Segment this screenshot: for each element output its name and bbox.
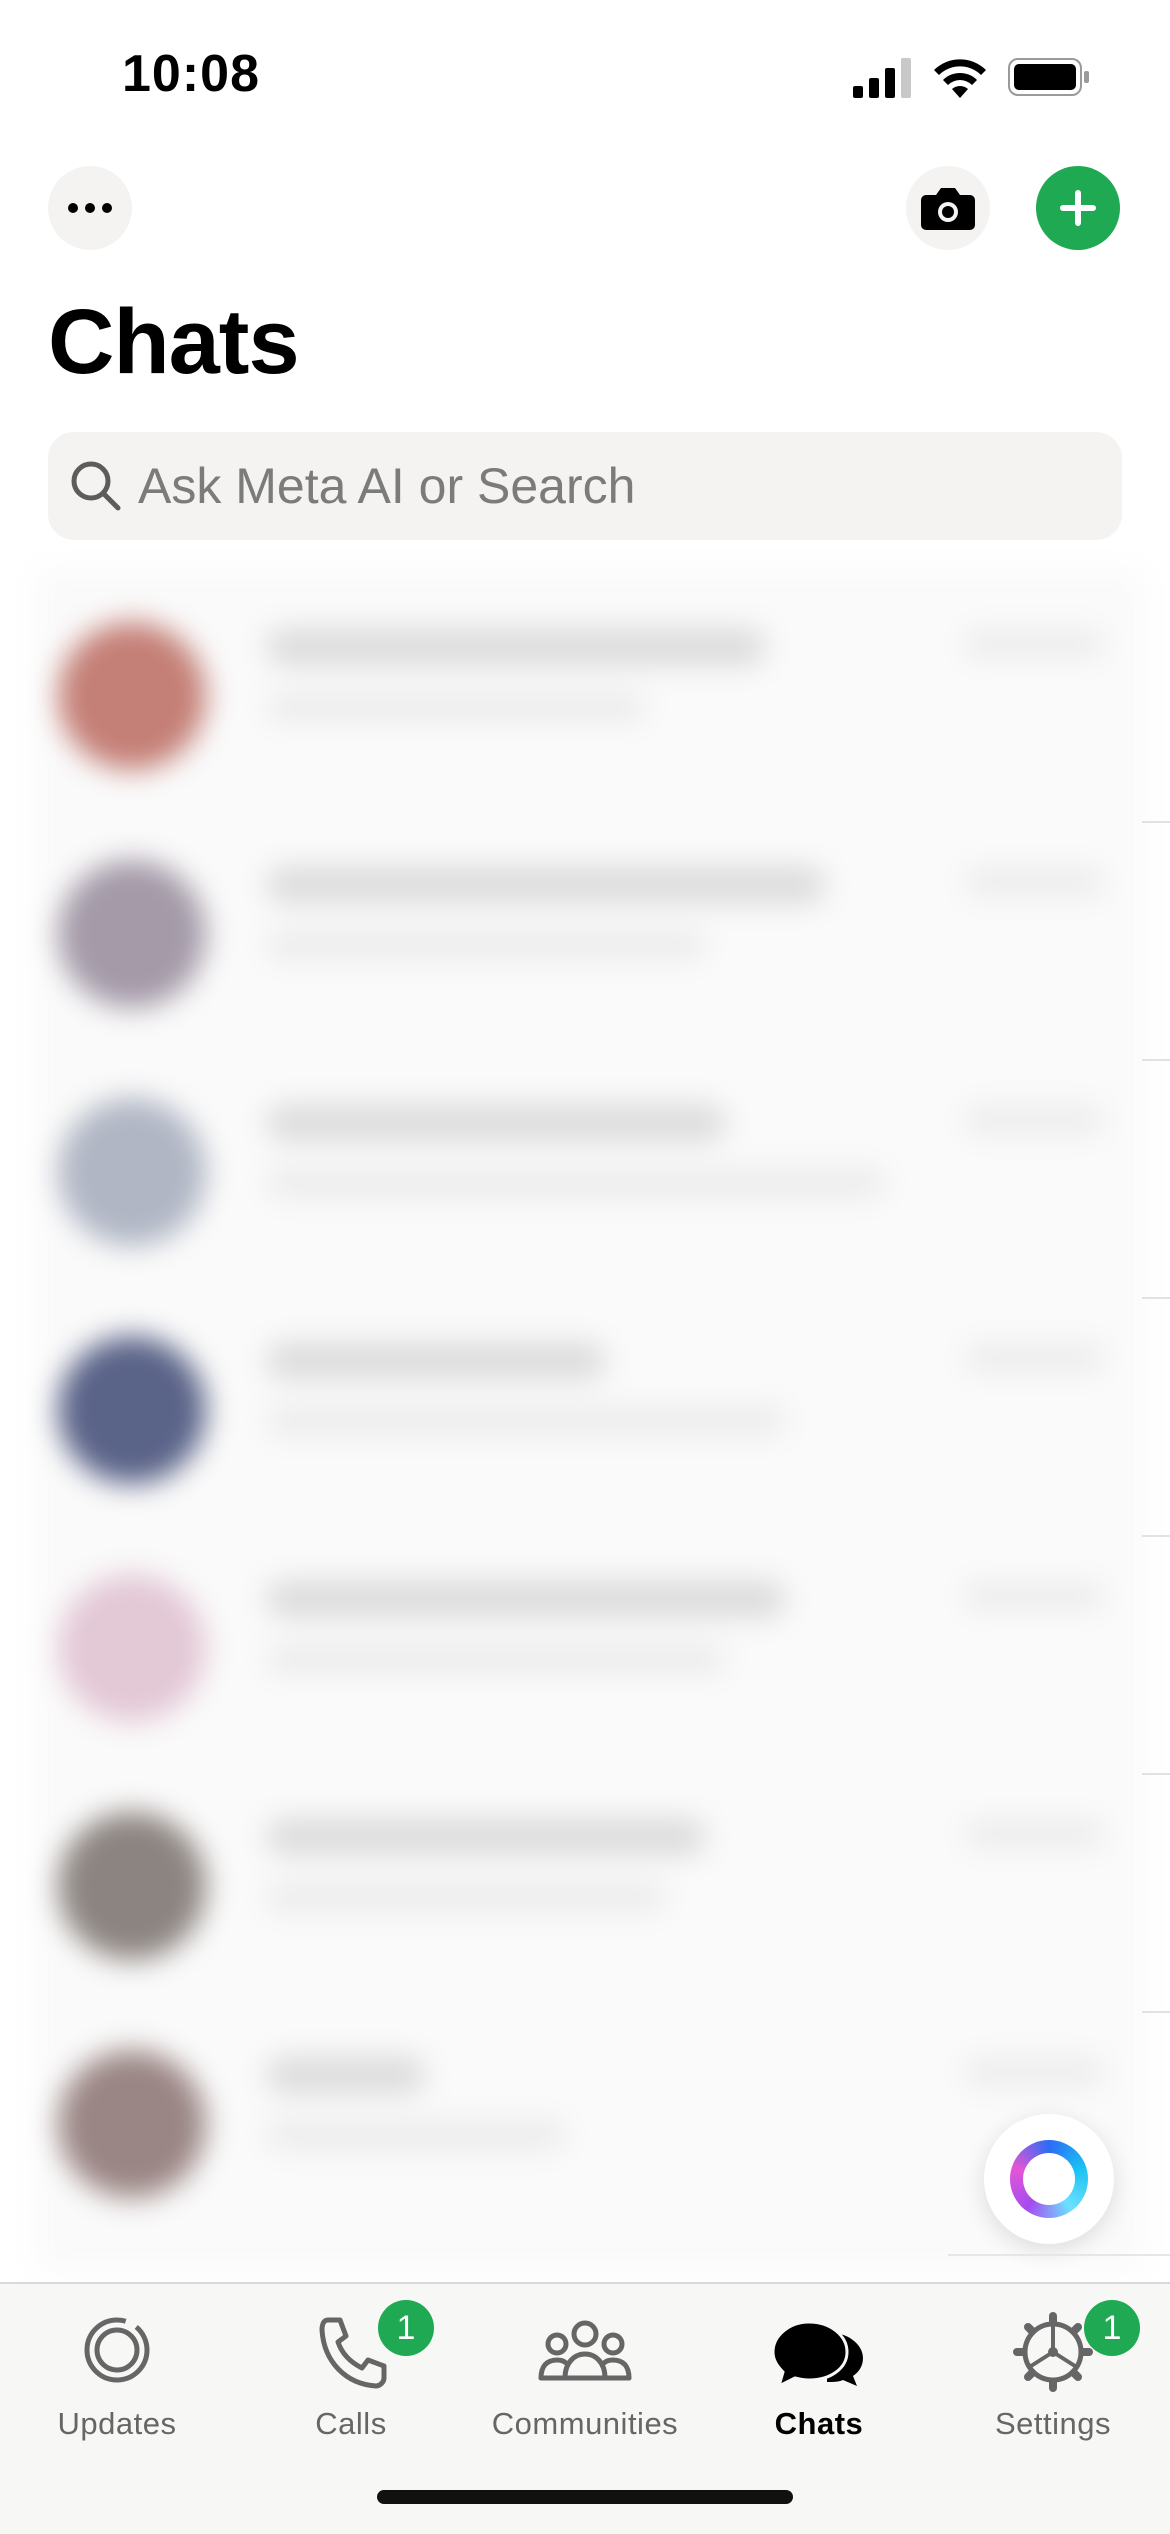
communities-icon — [538, 2320, 632, 2381]
avatar — [58, 2050, 206, 2198]
tab-calls[interactable]: Calls 1 — [234, 2298, 468, 2468]
ellipsis-icon — [68, 203, 112, 213]
plus-icon — [1060, 190, 1096, 226]
row-divider — [1142, 2011, 1170, 2013]
tab-settings[interactable]: Settings 1 — [936, 2298, 1170, 2468]
chat-row[interactable] — [36, 1046, 1144, 1284]
row-divider — [948, 2254, 1170, 2256]
tab-label: Communities — [491, 2406, 679, 2441]
page-title: Chats — [48, 291, 300, 393]
home-indicator — [377, 2490, 793, 2504]
chat-row[interactable] — [36, 570, 1144, 808]
calls-badge: 1 — [378, 2300, 434, 2356]
chat-list[interactable] — [36, 570, 1144, 2270]
updates-icon — [84, 2317, 150, 2383]
tab-label: Calls — [315, 2406, 387, 2441]
row-divider — [1142, 821, 1170, 823]
avatar — [58, 622, 206, 770]
new-chat-button[interactable] — [1036, 166, 1120, 250]
search-icon — [71, 461, 121, 511]
avatar — [58, 1098, 206, 1246]
avatar — [58, 1812, 206, 1960]
tab-updates[interactable]: Updates — [0, 2298, 234, 2468]
settings-badge: 1 — [1084, 2300, 1140, 2356]
avatar — [58, 1336, 206, 1484]
meta-ai-ring-icon — [1010, 2140, 1088, 2218]
row-divider — [1142, 1297, 1170, 1299]
status-time: 10:08 — [122, 45, 260, 103]
battery-icon — [1008, 58, 1089, 96]
status-bar: 10:08 — [0, 0, 1170, 150]
chat-row[interactable] — [36, 1522, 1144, 1760]
chat-row[interactable] — [36, 1998, 1144, 2236]
chat-row[interactable] — [36, 808, 1144, 1046]
more-options-button[interactable] — [48, 166, 132, 250]
chat-row[interactable] — [36, 1284, 1144, 1522]
search-bar[interactable] — [48, 432, 1122, 540]
chats-icon — [771, 2320, 863, 2389]
row-divider — [1142, 1059, 1170, 1061]
row-divider — [1142, 1535, 1170, 1537]
avatar — [58, 1574, 206, 1722]
avatar — [58, 860, 206, 1008]
search-input[interactable] — [138, 432, 1098, 540]
camera-icon — [921, 188, 975, 230]
tab-chats[interactable]: Chats — [702, 2298, 936, 2468]
tab-communities[interactable]: Communities — [468, 2298, 702, 2468]
chat-row[interactable] — [36, 1760, 1144, 1998]
tab-label: Settings — [994, 2406, 1111, 2441]
row-divider — [1142, 1773, 1170, 1775]
tab-label: Updates — [57, 2406, 177, 2441]
tab-label: Chats — [774, 2406, 864, 2441]
meta-ai-button[interactable] — [984, 2114, 1114, 2244]
signal-bars-icon — [853, 58, 911, 98]
wifi-icon — [934, 59, 986, 98]
camera-button[interactable] — [906, 166, 990, 250]
